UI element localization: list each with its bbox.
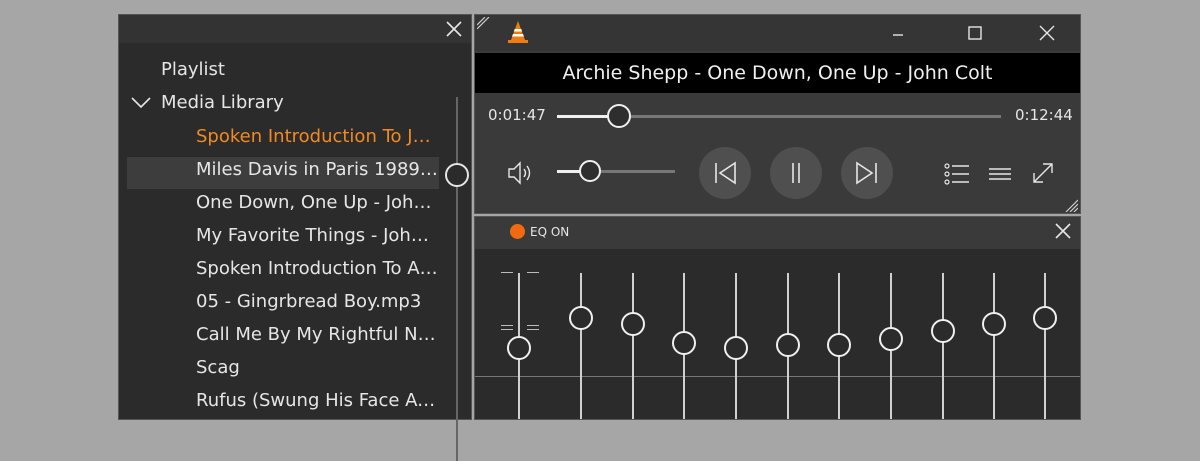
eq-scale-mark xyxy=(501,329,513,330)
speaker-icon[interactable] xyxy=(505,158,535,188)
pause-icon xyxy=(782,159,810,191)
eq-band-track[interactable] xyxy=(632,273,634,419)
playlist-scrollbar[interactable] xyxy=(456,97,458,461)
menu-icon[interactable] xyxy=(986,161,1014,187)
next-button[interactable] xyxy=(841,147,893,199)
eq-band-handle[interactable] xyxy=(621,312,645,337)
now-playing-title: Archie Shepp - One Down, One Up - John C… xyxy=(475,53,1080,93)
resize-grip-icon[interactable] xyxy=(476,16,491,30)
playlist-item[interactable]: One Down, One Up - John... xyxy=(196,188,440,218)
minimize-icon[interactable] xyxy=(880,19,916,47)
eq-zero-line xyxy=(475,376,1080,377)
eq-band-track[interactable] xyxy=(993,273,995,419)
equalizer-panel: EQ ON xyxy=(474,216,1081,420)
eq-scale-mark xyxy=(501,325,513,326)
eq-band-handle[interactable] xyxy=(507,335,531,360)
close-icon[interactable] xyxy=(1054,222,1072,240)
player-titlebar xyxy=(475,15,1080,51)
eq-band-handle[interactable] xyxy=(827,333,851,358)
playlist-body: Playlist Media Library Spoken Introducti… xyxy=(119,55,471,461)
eq-band-handle[interactable] xyxy=(776,333,800,358)
playlist-item[interactable]: Call Me By My Rightful Na... xyxy=(196,320,440,350)
close-icon[interactable] xyxy=(445,20,463,38)
elapsed-time: 0:01:47 xyxy=(488,106,546,124)
playlist-item[interactable]: My Favorite Things - John ... xyxy=(196,221,440,251)
previous-button[interactable] xyxy=(699,147,751,199)
eq-band-handle[interactable] xyxy=(1033,306,1057,331)
playlist-heading[interactable]: Playlist xyxy=(161,55,441,85)
eq-band-handle[interactable] xyxy=(724,335,748,360)
player-window: Archie Shepp - One Down, One Up - John C… xyxy=(474,14,1081,214)
eq-scale-mark xyxy=(527,329,539,330)
eq-scale-mark xyxy=(527,325,539,326)
fullscreen-icon[interactable] xyxy=(1029,159,1057,187)
eq-scale-mark xyxy=(501,272,513,273)
playlist-scroll-thumb[interactable] xyxy=(445,163,469,187)
eq-band-handle[interactable] xyxy=(672,331,696,356)
pause-button[interactable] xyxy=(770,147,822,199)
media-library-item[interactable]: Media Library xyxy=(161,88,441,118)
eq-band-handle[interactable] xyxy=(569,306,593,331)
resize-grip-icon[interactable] xyxy=(1064,197,1079,213)
eq-band-handle[interactable] xyxy=(931,318,955,343)
playlist-item[interactable]: Spoken Introduction To Ar... xyxy=(196,254,440,284)
close-icon[interactable] xyxy=(1029,19,1065,47)
eq-band-handle[interactable] xyxy=(982,312,1006,337)
maximize-icon[interactable] xyxy=(957,19,993,47)
playlist-titlebar xyxy=(119,15,471,43)
equalizer-bands xyxy=(475,249,1080,419)
eq-scale-mark xyxy=(527,272,539,273)
chevron-down-icon[interactable] xyxy=(131,88,151,118)
eq-state-label: EQ ON xyxy=(530,225,570,239)
playlist-item[interactable]: Scag xyxy=(196,353,440,383)
vlc-cone-icon xyxy=(505,19,531,45)
equalizer-titlebar: EQ ON xyxy=(475,217,1080,249)
total-time: 0:12:44 xyxy=(1015,106,1073,124)
playlist-item[interactable]: Miles Davis in Paris 1989 [L... xyxy=(196,155,440,185)
seek-handle[interactable] xyxy=(607,104,632,128)
playlist-item[interactable]: Rufus (Swung His Face At ... xyxy=(196,386,440,416)
eq-band-track[interactable] xyxy=(580,273,582,419)
playlist-item[interactable]: 05 - Gingrbread Boy.mp3 xyxy=(196,287,440,317)
playlist-icon[interactable] xyxy=(943,161,971,187)
playlist-panel: Playlist Media Library Spoken Introducti… xyxy=(118,14,472,461)
eq-toggle-indicator[interactable] xyxy=(510,224,525,239)
eq-band-track[interactable] xyxy=(1044,273,1046,419)
playlist-item[interactable]: Spoken Introduction To Jo... xyxy=(196,122,440,152)
volume-slider[interactable] xyxy=(557,170,675,173)
skip-next-icon xyxy=(853,159,881,191)
eq-band-track[interactable] xyxy=(942,273,944,419)
volume-handle[interactable] xyxy=(579,160,602,182)
skip-previous-icon xyxy=(711,159,739,191)
eq-band-handle[interactable] xyxy=(879,327,903,352)
